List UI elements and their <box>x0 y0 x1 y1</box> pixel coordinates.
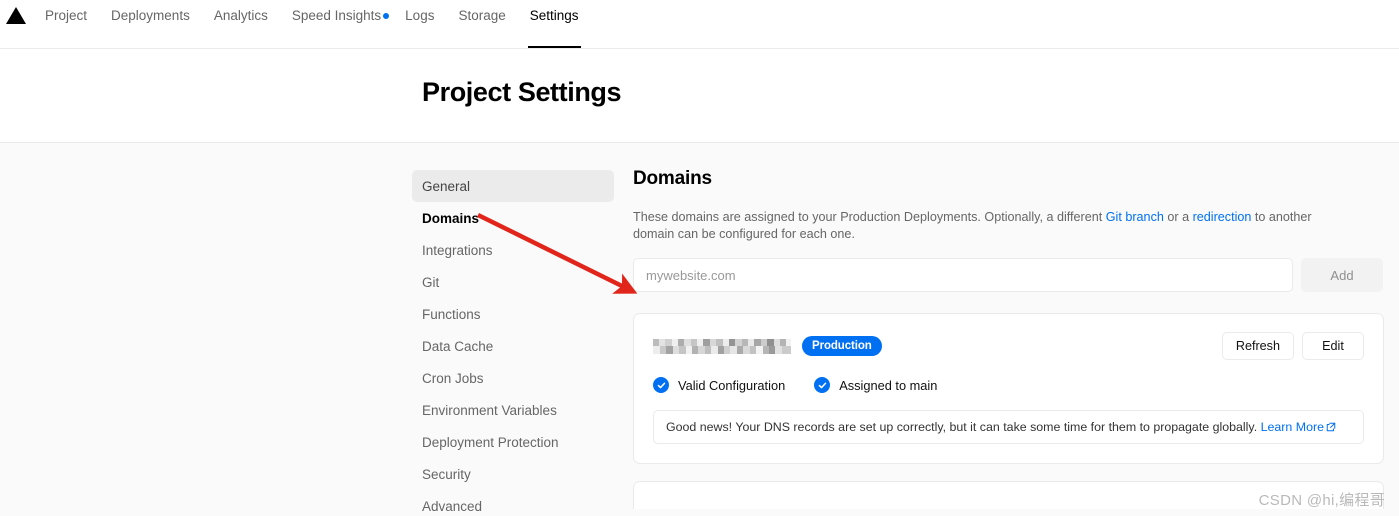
domain-card: Production Refresh Edit Valid Configurat… <box>633 313 1384 464</box>
sidebar-item-label: Data Cache <box>422 338 494 354</box>
external-link-icon <box>1326 422 1336 432</box>
sidebar-item-label: Deployment Protection <box>422 434 559 450</box>
vercel-triangle-logo-icon[interactable] <box>5 0 27 48</box>
page-title: Project Settings <box>422 77 622 107</box>
settings-content: General Domains Integrations Git Functio… <box>0 144 1399 516</box>
section-title: Domains <box>633 168 712 189</box>
sidebar-item-data-cache[interactable]: Data Cache <box>412 330 614 362</box>
page-title-band: Project Settings <box>0 49 1399 143</box>
add-domain-button[interactable]: Add <box>1301 258 1383 292</box>
sidebar-item-label: Cron Jobs <box>422 370 484 386</box>
nav-item-deployments[interactable]: Deployments <box>99 0 202 48</box>
sidebar-item-integrations[interactable]: Integrations <box>412 234 614 266</box>
sidebar-item-label: Advanced <box>422 498 483 514</box>
nav-item-label: Settings <box>529 7 579 23</box>
edit-button[interactable]: Edit <box>1302 332 1364 360</box>
domains-panel: Domains These domains are assigned to yo… <box>633 168 1384 509</box>
domain-name-redacted <box>653 338 791 354</box>
status-valid-configuration: Valid Configuration <box>653 377 785 393</box>
nav-item-logs[interactable]: Logs <box>393 0 446 48</box>
settings-sidebar: General Domains Integrations Git Functio… <box>412 170 614 516</box>
sidebar-item-label: Git <box>422 274 440 290</box>
sidebar-item-security[interactable]: Security <box>412 458 614 490</box>
sidebar-item-label: Environment Variables <box>422 402 557 418</box>
nav-item-storage[interactable]: Storage <box>446 0 517 48</box>
check-circle-icon <box>814 377 831 393</box>
csdn-watermark: CSDN @hi,编程哥 <box>1258 492 1385 509</box>
domain-card-header: Production Refresh Edit <box>653 332 1364 360</box>
sidebar-item-label: Security <box>422 466 471 482</box>
nav-item-label: Storage <box>458 7 506 23</box>
status-label: Assigned to main <box>839 377 938 393</box>
check-circle-icon <box>653 377 669 393</box>
domain-card-actions: Refresh Edit <box>1221 332 1364 360</box>
nav-item-speed-insights[interactable]: Speed Insights <box>280 0 393 48</box>
domain-status-row: Valid Configuration Assigned to main <box>653 377 1364 393</box>
learn-more-link[interactable]: Learn More <box>1261 420 1336 434</box>
nav-item-label: Speed Insights <box>291 7 382 23</box>
sidebar-item-label: Integrations <box>422 242 493 258</box>
nav-item-label: Deployments <box>111 7 190 23</box>
sidebar-item-domains[interactable]: Domains <box>412 202 614 234</box>
redirection-link[interactable]: redirection <box>1193 210 1252 224</box>
git-branch-link[interactable]: Git branch <box>1106 210 1164 224</box>
domain-input[interactable] <box>633 258 1293 292</box>
nav-item-settings[interactable]: Settings <box>518 0 591 48</box>
nav-item-label: Analytics <box>213 7 268 23</box>
sidebar-item-label: Domains <box>422 210 480 226</box>
status-assigned-to-main: Assigned to main <box>814 377 937 393</box>
sidebar-item-cron-jobs[interactable]: Cron Jobs <box>412 362 614 394</box>
sidebar-item-functions[interactable]: Functions <box>412 298 614 330</box>
sidebar-item-deployment-protection[interactable]: Deployment Protection <box>412 426 614 458</box>
sidebar-item-advanced[interactable]: Advanced <box>412 490 614 516</box>
primary-nav: Project Deployments Analytics Speed Insi… <box>0 0 591 48</box>
status-label: Valid Configuration <box>678 377 786 393</box>
add-domain-row: Add <box>633 258 1384 292</box>
description-part-2: or a <box>1163 210 1193 224</box>
dns-notice: Good news! Your DNS records are set up c… <box>653 410 1364 444</box>
sidebar-item-label: General <box>422 178 471 194</box>
dns-notice-text: Good news! Your DNS records are set up c… <box>666 420 1258 434</box>
section-description: These domains are assigned to your Produ… <box>633 209 1349 243</box>
learn-more-label: Learn More <box>1260 420 1324 434</box>
sidebar-item-environment-variables[interactable]: Environment Variables <box>412 394 614 426</box>
description-part-1: These domains are assigned to your Produ… <box>633 210 1106 224</box>
sidebar-item-general[interactable]: General <box>412 170 614 202</box>
nav-item-label: Logs <box>405 7 435 23</box>
nav-item-label: Project <box>45 7 88 23</box>
new-feature-dot-icon <box>383 13 390 19</box>
app-header: Project Deployments Analytics Speed Insi… <box>0 0 1399 49</box>
sidebar-item-git[interactable]: Git <box>412 266 614 298</box>
refresh-button[interactable]: Refresh <box>1221 332 1294 360</box>
sidebar-item-label: Functions <box>422 306 481 322</box>
status-badge-production: Production <box>802 336 882 356</box>
nav-item-project[interactable]: Project <box>33 0 99 48</box>
nav-item-analytics[interactable]: Analytics <box>202 0 280 48</box>
